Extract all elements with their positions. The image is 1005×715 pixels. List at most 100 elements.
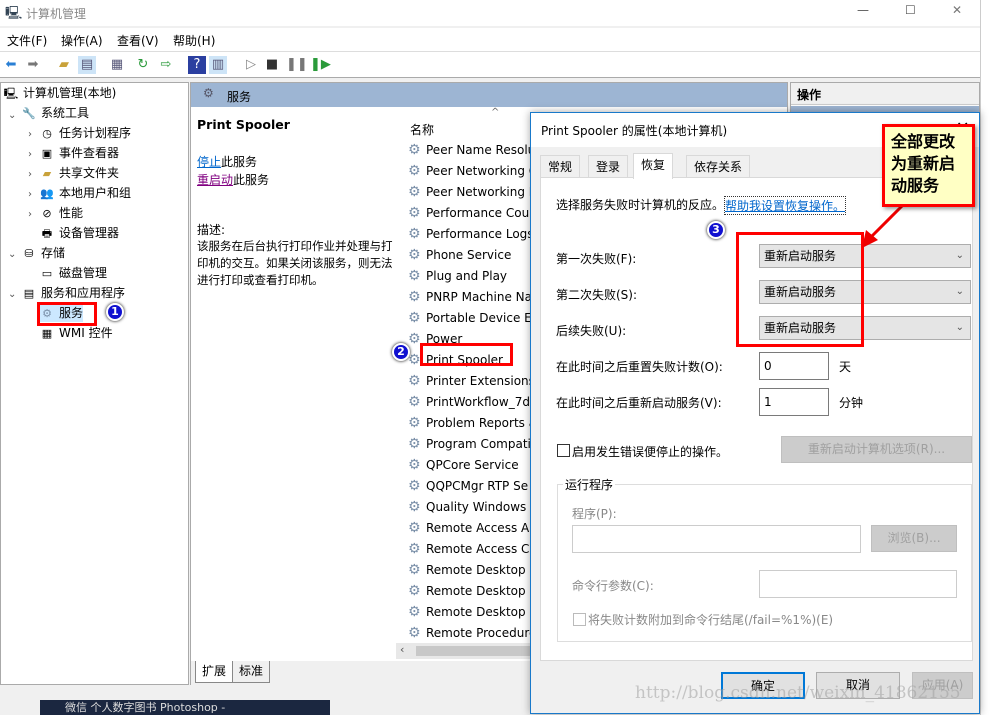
- help-icon[interactable]: ?: [188, 56, 206, 74]
- pause-service-icon[interactable]: ❚❚: [286, 56, 308, 74]
- service-row[interactable]: ⚙ Problem Reports a: [408, 413, 536, 434]
- gear-icon: ⚙: [408, 394, 421, 410]
- service-row[interactable]: ⚙ Phone Service: [408, 245, 511, 266]
- service-row[interactable]: ⚙ Peer Networking I: [408, 182, 532, 203]
- service-row[interactable]: ⚙ QPCore Service: [408, 455, 519, 476]
- program-input[interactable]: [572, 525, 861, 553]
- service-row[interactable]: ⚙ Quality Windows A: [408, 497, 538, 518]
- collapse-icon[interactable]: ⌄: [8, 110, 16, 121]
- service-row[interactable]: ⚙ Portable Device Er: [408, 308, 537, 329]
- stop-service-link[interactable]: 停止: [197, 155, 221, 169]
- start-service-icon[interactable]: ▷: [242, 56, 260, 74]
- tree-item-wmi[interactable]: ▦ WMI 控件: [39, 324, 113, 342]
- properties-icon[interactable]: ▦: [108, 56, 126, 74]
- close-button[interactable]: ✕: [952, 3, 962, 17]
- collapse-icon[interactable]: ⌄: [8, 289, 16, 300]
- service-row[interactable]: ⚙ QQPCMgr RTP Se: [408, 476, 528, 497]
- tab-standard[interactable]: 标准: [232, 661, 271, 683]
- service-row[interactable]: ⚙ Remote Desktop C: [408, 560, 538, 581]
- service-row[interactable]: ⚙ PrintWorkflow_7d2: [408, 392, 538, 413]
- tree-item-services-apps[interactable]: ▤ 服务和应用程序: [21, 284, 125, 302]
- show-hide-tree-icon[interactable]: ▤: [78, 56, 96, 74]
- menu-bar: 文件(F) 操作(A) 查看(V) 帮助(H): [0, 28, 980, 52]
- tree-item-local-users[interactable]: 👥 本地用户和组: [39, 184, 131, 202]
- service-row[interactable]: ⚙ PNRP Machine Na: [408, 287, 532, 308]
- menu-action[interactable]: 操作(A): [61, 32, 103, 49]
- browse-button[interactable]: 浏览(B)...: [871, 525, 957, 552]
- stop-service-icon[interactable]: ■: [263, 56, 281, 74]
- gear-icon: ⚙: [408, 184, 421, 200]
- restart-service-line: 重启动此服务: [197, 171, 269, 188]
- column-header-name[interactable]: 名称: [410, 121, 434, 138]
- service-row[interactable]: ⚙ Remote Desktop S: [408, 581, 537, 602]
- maximize-button[interactable]: ☐: [905, 3, 916, 17]
- service-name: Peer Name Resolu: [426, 143, 536, 157]
- service-row[interactable]: ⚙ Remote Desktop S: [408, 602, 537, 623]
- service-row[interactable]: ⚙ Remote Access Co: [408, 539, 537, 560]
- restart-service-link[interactable]: 重启动: [197, 173, 233, 187]
- restart-computer-options-button[interactable]: 重新启动计算机选项(R)...: [781, 436, 972, 463]
- up-folder-icon[interactable]: ▰: [55, 56, 73, 74]
- service-row[interactable]: ⚙ Peer Name Resolu: [408, 140, 535, 161]
- expand-icon[interactable]: ›: [28, 169, 32, 180]
- recovery-intro: 选择服务失败时计算机的反应。: [556, 198, 725, 212]
- service-row[interactable]: ⚙ Printer Extensions: [408, 371, 535, 392]
- tree-item-computer-management[interactable]: 🖳 计算机管理(本地): [3, 84, 117, 102]
- back-icon[interactable]: ⬅: [2, 56, 20, 74]
- service-row[interactable]: ⚙ Peer Networking G: [408, 161, 538, 182]
- help-recovery-link[interactable]: 帮助我设置恢复操作。: [724, 196, 847, 215]
- service-row[interactable]: ⚙ Remote Procedure: [408, 623, 536, 644]
- append-fail-count-checkbox[interactable]: [573, 613, 586, 626]
- restart-service-icon[interactable]: ❚▶: [310, 56, 331, 74]
- menu-help[interactable]: 帮助(H): [173, 32, 215, 49]
- run-program-group-label: 运行程序: [563, 476, 616, 493]
- tree-item-task-scheduler[interactable]: ◷ 任务计划程序: [39, 124, 131, 142]
- navigation-tree: ⌄ › › › › › ⌄ ⌄ 🖳 计算机管理(本地) 🔧 系统工具 ◷ 任务计划程序…: [0, 82, 189, 685]
- service-description-area: Print Spooler 停止此服务 重启动此服务 描述: 该服务在后台执行打…: [191, 107, 396, 662]
- service-row[interactable]: ⚙ Remote Access Au: [408, 518, 537, 539]
- export-icon[interactable]: ⇨: [157, 56, 175, 74]
- tab-dependencies[interactable]: 依存关系: [686, 155, 751, 178]
- expand-icon[interactable]: ›: [28, 209, 32, 220]
- tree-item-shared-folders[interactable]: ▰ 共享文件夹: [39, 164, 119, 182]
- restart-service-suffix: 此服务: [233, 173, 270, 187]
- show-action-pane-icon[interactable]: ▥: [209, 56, 227, 74]
- enable-actions-checkbox[interactable]: [557, 444, 570, 457]
- tree-item-system-tools[interactable]: 🔧 系统工具: [21, 104, 89, 122]
- scrollbar-thumb[interactable]: [416, 646, 536, 656]
- tab-logon[interactable]: 登录: [588, 155, 629, 178]
- collapse-icon[interactable]: ⌄: [8, 249, 16, 260]
- tree-item-device-manager[interactable]: 🖶 设备管理器: [39, 224, 119, 242]
- clock-icon: ◷: [42, 126, 52, 140]
- toolbar: ⬅ ➡ ▰ ▤ ▦ ↻ ⇨ ? ▥ ▷ ■ ❚❚ ❚▶: [0, 52, 980, 78]
- restart-service-after-input[interactable]: 1: [759, 388, 829, 416]
- gear-icon: ⚙: [408, 415, 421, 431]
- menu-view[interactable]: 查看(V): [117, 32, 159, 49]
- tab-recovery[interactable]: 恢复: [633, 153, 674, 179]
- reset-count-input[interactable]: 0: [759, 352, 829, 380]
- service-row[interactable]: ⚙ Performance Logs: [408, 224, 534, 245]
- service-name: Phone Service: [426, 248, 512, 262]
- refresh-icon[interactable]: ↻: [134, 56, 152, 74]
- service-row[interactable]: ⚙ Plug and Play: [408, 266, 507, 287]
- tree-item-event-viewer[interactable]: ▣ 事件查看器: [39, 144, 119, 162]
- params-input[interactable]: [759, 570, 957, 598]
- forward-icon[interactable]: ➡: [24, 56, 42, 74]
- first-failure-label: 第一次失败(F):: [556, 252, 637, 266]
- tab-extended[interactable]: 扩展: [195, 661, 234, 683]
- tree-item-performance[interactable]: ⊘ 性能: [39, 204, 83, 222]
- gear-icon: ⚙: [408, 457, 421, 473]
- minimize-button[interactable]: —: [857, 3, 869, 17]
- tree-item-disk-management[interactable]: ▭ 磁盘管理: [39, 264, 107, 282]
- scroll-left-icon[interactable]: ‹: [400, 643, 404, 656]
- service-name: Remote Desktop C: [426, 563, 538, 577]
- service-row[interactable]: ⚙ Program Compati: [408, 434, 531, 455]
- gear-icon: ⚙: [408, 142, 421, 158]
- expand-icon[interactable]: ›: [28, 129, 32, 140]
- menu-file[interactable]: 文件(F): [7, 32, 47, 49]
- service-row[interactable]: ⚙ Performance Coun: [408, 203, 537, 224]
- expand-icon[interactable]: ›: [28, 149, 32, 160]
- tab-general[interactable]: 常规: [540, 155, 581, 178]
- tree-item-storage[interactable]: ⛁ 存储: [21, 244, 65, 262]
- expand-icon[interactable]: ›: [28, 189, 32, 200]
